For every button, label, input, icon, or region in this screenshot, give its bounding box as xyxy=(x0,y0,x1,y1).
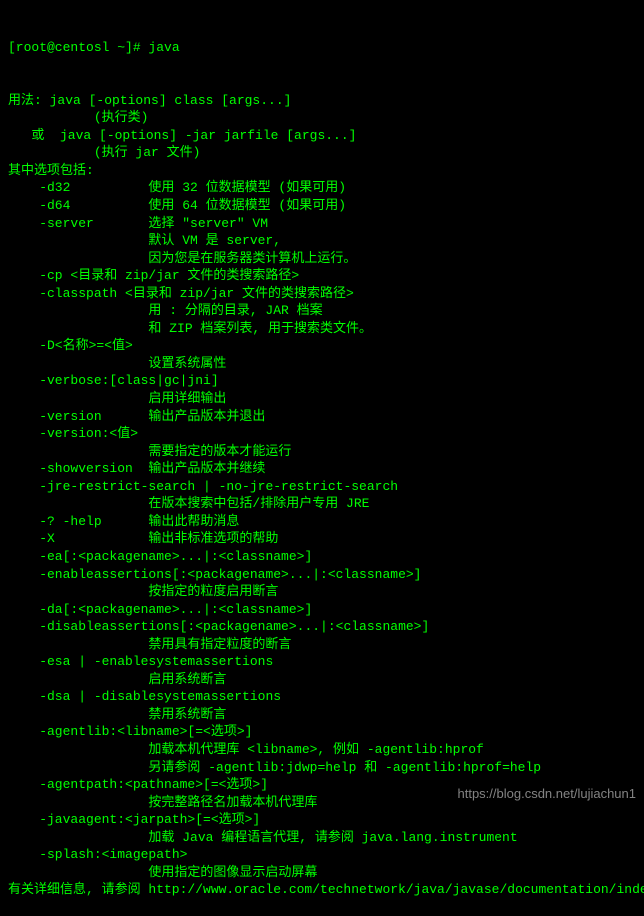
output-line: -cp <目录和 zip/jar 文件的类搜索路径> xyxy=(8,267,636,285)
output-line: 需要指定的版本才能运行 xyxy=(8,443,636,461)
output-line: 禁用具有指定粒度的断言 xyxy=(8,636,636,654)
output-line: -D<名称>=<值> xyxy=(8,337,636,355)
prompt-line: [root@centosl ~]# java xyxy=(8,39,636,57)
output-line: 启用系统断言 xyxy=(8,671,636,689)
output-line: 默认 VM 是 server, xyxy=(8,232,636,250)
output-line: -enableassertions[:<packagename>...|:<cl… xyxy=(8,566,636,584)
output-line: 其中选项包括: xyxy=(8,162,636,180)
output-line: -javaagent:<jarpath>[=<选项>] xyxy=(8,811,636,829)
output-line: 用法: java [-options] class [args...] xyxy=(8,92,636,110)
output-line: 另请参阅 -agentlib:jdwp=help 和 -agentlib:hpr… xyxy=(8,759,636,777)
output-line: -showversion 输出产品版本并继续 xyxy=(8,460,636,478)
output-line: 因为您是在服务器类计算机上运行。 xyxy=(8,250,636,268)
output-line: -version:<值> xyxy=(8,425,636,443)
output-line: 加载 Java 编程语言代理, 请参阅 java.lang.instrument xyxy=(8,829,636,847)
output-line: 和 ZIP 档案列表, 用于搜索类文件。 xyxy=(8,320,636,338)
output-line: 或 java [-options] -jar jarfile [args...] xyxy=(8,127,636,145)
output-line: -X 输出非标准选项的帮助 xyxy=(8,530,636,548)
output-line: 设置系统属性 xyxy=(8,355,636,373)
prompt-text: [root@centosl ~]# java xyxy=(8,40,180,55)
output-line: 禁用系统断言 xyxy=(8,706,636,724)
output-line: -ea[:<packagename>...|:<classname>] xyxy=(8,548,636,566)
output-line: -esa | -enablesystemassertions xyxy=(8,653,636,671)
output-lines: 用法: java [-options] class [args...] (执行类… xyxy=(8,92,636,899)
watermark: https://blog.csdn.net/lujiachun1 xyxy=(457,785,636,803)
output-line: 在版本搜索中包括/排除用户专用 JRE xyxy=(8,495,636,513)
output-line: -verbose:[class|gc|jni] xyxy=(8,372,636,390)
output-line: -classpath <目录和 zip/jar 文件的类搜索路径> xyxy=(8,285,636,303)
output-line: -dsa | -disablesystemassertions xyxy=(8,688,636,706)
output-line: -jre-restrict-search | -no-jre-restrict-… xyxy=(8,478,636,496)
output-line: -server 选择 "server" VM xyxy=(8,215,636,233)
output-line: (执行 jar 文件) xyxy=(8,144,636,162)
output-line: (执行类) xyxy=(8,109,636,127)
output-line: -da[:<packagename>...|:<classname>] xyxy=(8,601,636,619)
output-line: -d32 使用 32 位数据模型 (如果可用) xyxy=(8,179,636,197)
output-line: 用 : 分隔的目录, JAR 档案 xyxy=(8,302,636,320)
output-line: 启用详细输出 xyxy=(8,390,636,408)
output-line: -agentlib:<libname>[=<选项>] xyxy=(8,723,636,741)
terminal-output: [root@centosl ~]# java 用法: java [-option… xyxy=(8,4,636,916)
output-line: -version 输出产品版本并退出 xyxy=(8,408,636,426)
output-line: 使用指定的图像显示启动屏幕 xyxy=(8,864,636,882)
output-line: -splash:<imagepath> xyxy=(8,846,636,864)
output-line: -disableassertions[:<packagename>...|:<c… xyxy=(8,618,636,636)
output-line: -? -help 输出此帮助消息 xyxy=(8,513,636,531)
output-line: 加载本机代理库 <libname>, 例如 -agentlib:hprof xyxy=(8,741,636,759)
output-line: 有关详细信息, 请参阅 http://www.oracle.com/techne… xyxy=(8,881,636,899)
output-line: -d64 使用 64 位数据模型 (如果可用) xyxy=(8,197,636,215)
output-line: 按指定的粒度启用断言 xyxy=(8,583,636,601)
